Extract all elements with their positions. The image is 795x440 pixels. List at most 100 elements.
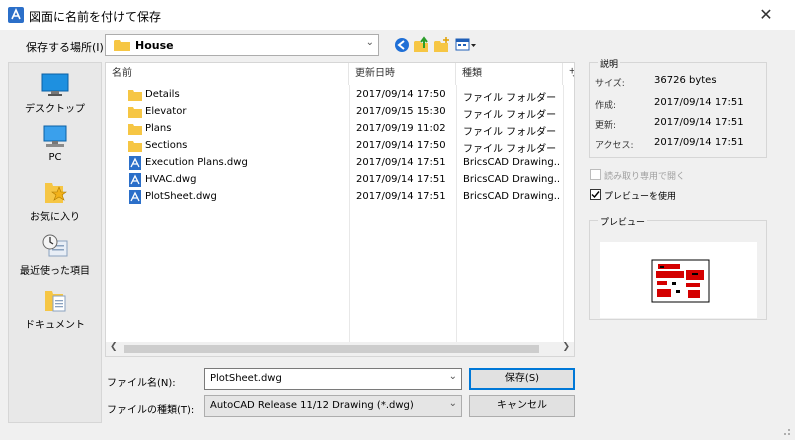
filename-value: PlotSheet.dwg xyxy=(210,373,282,384)
table-row[interactable]: Execution Plans.dwg 2017/09/14 17:51 Bri… xyxy=(106,155,574,172)
preview-title: プレビュー xyxy=(598,215,648,228)
file-type: ファイル フォルダー xyxy=(463,110,557,121)
modified-label: 更新: xyxy=(595,121,617,131)
scrollbar-thumb[interactable] xyxy=(124,345,539,353)
chevron-down-icon: ⌄ xyxy=(448,371,457,382)
folder-icon xyxy=(128,90,142,101)
favorites-icon xyxy=(45,183,67,203)
folder-icon xyxy=(128,141,142,152)
column-header-name[interactable]: 名前 xyxy=(106,63,349,85)
filename-label: ファイル名(N): xyxy=(107,378,176,389)
filename-input[interactable]: PlotSheet.dwg ⌄ xyxy=(204,368,462,390)
place-label: ドキュメント xyxy=(25,320,85,331)
up-folder-icon[interactable] xyxy=(413,36,431,54)
table-row[interactable]: Plans 2017/09/19 11:02 ファイル フォルダー xyxy=(106,121,574,138)
new-folder-icon[interactable] xyxy=(433,36,451,54)
table-row[interactable]: HVAC.dwg 2017/09/14 17:51 BricsCAD Drawi… xyxy=(106,172,574,189)
size-label: サイズ: xyxy=(595,79,625,89)
place-label: PC xyxy=(48,152,62,163)
modified-value: 2017/09/14 17:51 xyxy=(654,117,744,128)
back-icon[interactable] xyxy=(393,36,411,54)
desktop-icon xyxy=(41,73,69,96)
folder-icon xyxy=(114,40,130,51)
resize-grip-icon[interactable] xyxy=(781,426,791,436)
file-modified: 2017/09/14 17:51 xyxy=(356,157,446,168)
size-value: 36726 bytes xyxy=(654,75,717,86)
file-name: Elevator xyxy=(145,106,187,117)
file-modified: 2017/09/14 17:50 xyxy=(356,140,446,151)
views-menu-icon[interactable] xyxy=(455,36,477,54)
documents-icon xyxy=(45,291,66,312)
folder-icon xyxy=(128,107,142,118)
file-type: BricsCAD Drawing... xyxy=(463,157,561,168)
file-list[interactable]: ⌃ 名前 更新日時 種類 サ Details 2017/09/14 17:50 … xyxy=(105,62,575,357)
scroll-left-icon[interactable]: ❮ xyxy=(110,342,118,352)
chevron-down-icon: ⌄ xyxy=(365,37,374,48)
filetype-value: AutoCAD Release 11/12 Drawing (*.dwg) xyxy=(210,400,414,411)
horizontal-scrollbar[interactable]: ❮ ❯ xyxy=(106,342,574,356)
file-type: ファイル フォルダー xyxy=(463,144,557,155)
column-header-modified[interactable]: 更新日時 xyxy=(349,63,456,85)
bricscad-app-icon xyxy=(8,7,24,23)
created-value: 2017/09/14 17:51 xyxy=(654,97,744,108)
preview-box xyxy=(600,242,757,318)
file-name: Plans xyxy=(145,123,172,134)
table-row[interactable]: PlotSheet.dwg 2017/09/14 17:51 BricsCAD … xyxy=(106,189,574,206)
chevron-down-icon: ⌄ xyxy=(448,398,457,409)
accessed-label: アクセス: xyxy=(595,141,634,151)
file-name: Sections xyxy=(145,140,188,151)
scroll-right-icon[interactable]: ❯ xyxy=(562,342,570,352)
file-name: Execution Plans.dwg xyxy=(145,157,248,168)
table-row[interactable]: Elevator 2017/09/15 15:30 ファイル フォルダー xyxy=(106,104,574,121)
file-name: HVAC.dwg xyxy=(145,174,197,185)
file-modified: 2017/09/14 17:51 xyxy=(356,191,446,202)
close-button[interactable]: ✕ xyxy=(755,4,777,26)
file-type: ファイル フォルダー xyxy=(463,93,557,104)
place-pc[interactable]: PC xyxy=(9,125,101,163)
preview-label: プレビューを使用 xyxy=(604,192,677,202)
preview-checkbox[interactable] xyxy=(590,189,601,200)
file-type: ファイル フォルダー xyxy=(463,127,557,138)
column-header-size[interactable]: サ xyxy=(563,63,574,85)
file-modified: 2017/09/15 15:30 xyxy=(356,106,446,117)
properties-group: 説明 サイズ: 36726 bytes 作成: 2017/09/14 17:51… xyxy=(589,57,767,158)
dwg-file-icon xyxy=(129,173,141,187)
window-title: 図面に名前を付けて保存 xyxy=(29,10,162,24)
place-label: デスクトップ xyxy=(25,104,85,115)
file-name: Details xyxy=(145,89,180,100)
table-row[interactable]: Sections 2017/09/14 17:50 ファイル フォルダー xyxy=(106,138,574,155)
pc-icon xyxy=(43,125,67,147)
readonly-label: 読み取り専用で開く xyxy=(604,172,686,182)
file-modified: 2017/09/14 17:50 xyxy=(356,89,446,100)
file-modified: 2017/09/19 11:02 xyxy=(356,123,446,134)
folder-icon xyxy=(128,124,142,135)
lookin-combo[interactable]: House ⌄ xyxy=(105,34,379,56)
place-documents[interactable]: ドキュメント xyxy=(9,287,101,331)
file-type: BricsCAD Drawing... xyxy=(463,174,561,185)
accessed-value: 2017/09/14 17:51 xyxy=(654,137,744,148)
title-bar: 図面に名前を付けて保存 ✕ xyxy=(0,0,795,30)
filetype-label: ファイルの種類(T): xyxy=(107,405,195,416)
properties-title: 説明 xyxy=(598,57,621,70)
table-row[interactable]: Details 2017/09/14 17:50 ファイル フォルダー xyxy=(106,87,574,104)
readonly-checkbox[interactable] xyxy=(590,169,601,180)
place-desktop[interactable]: デスクトップ xyxy=(9,73,101,115)
column-header-type[interactable]: 種類 xyxy=(456,63,563,85)
lookin-value: House xyxy=(135,39,174,52)
places-bar: デスクトップ PC お気に入り 最近使った項目 ドキュメント xyxy=(8,62,102,423)
save-button[interactable]: 保存(S) xyxy=(469,368,575,390)
place-label: お気に入り xyxy=(30,212,80,223)
lookin-label: 保存する場所(I): xyxy=(26,41,108,54)
recent-icon xyxy=(42,234,68,257)
dwg-file-icon xyxy=(129,156,141,170)
file-modified: 2017/09/14 17:51 xyxy=(356,174,446,185)
cancel-button[interactable]: キャンセル xyxy=(469,395,575,417)
file-type: BricsCAD Drawing... xyxy=(463,191,561,202)
place-favorites[interactable]: お気に入り xyxy=(9,179,101,223)
drawing-thumbnail xyxy=(651,259,710,303)
checkmark-icon xyxy=(591,191,600,199)
filetype-select[interactable]: AutoCAD Release 11/12 Drawing (*.dwg) ⌄ xyxy=(204,395,462,417)
place-recent[interactable]: 最近使った項目 xyxy=(9,233,101,277)
file-name: PlotSheet.dwg xyxy=(145,191,217,202)
dwg-file-icon xyxy=(129,190,141,204)
